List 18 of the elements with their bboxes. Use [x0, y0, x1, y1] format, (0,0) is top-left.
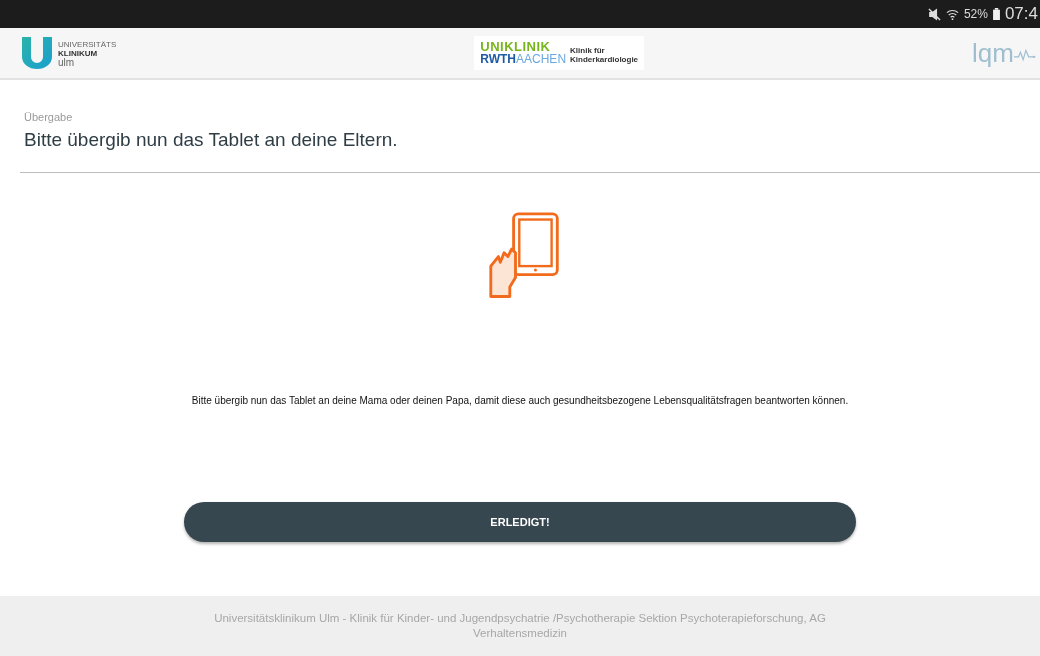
- lqm-logo-text: lqm: [972, 38, 1014, 68]
- battery-icon: [992, 8, 1000, 20]
- wifi-icon: [945, 7, 959, 21]
- logo-text: KLINIKUM: [58, 48, 99, 58]
- logo-text: UNIVERSITÄTS: [58, 39, 117, 49]
- page-title: Bitte übergib nun das Tablet an deine Eltern.: [24, 129, 399, 151]
- battery-text: 52%: [963, 7, 988, 21]
- u-logo-icon: [22, 37, 52, 69]
- instruction-text: Bitte übergib nun das Tablet an deine Mama oder deinen Papa, damit diese auch gesundheitsbezogene Lebensqualitätsfragen beantworten können.: [190, 395, 850, 406]
- section-label: Übergabe: [24, 111, 74, 123]
- footer-text: Universitätsklinikum Ulm - Klinik für Kinder- und Jugendpsychatrie /Psychotherapie Sektion Psychoterapieforschung, AG Verhaltensmedizin: [213, 611, 827, 641]
- clock-text: 07:4: [1004, 4, 1038, 24]
- logo-caption: Kinderkardiologie: [570, 55, 639, 64]
- logo-text: ulm: [58, 57, 76, 67]
- pulse-icon: [1014, 48, 1036, 62]
- logo-caption: Klinik für: [570, 46, 606, 55]
- done-button[interactable]: ERLEDIGT!: [184, 502, 856, 542]
- mute-icon: [927, 7, 941, 21]
